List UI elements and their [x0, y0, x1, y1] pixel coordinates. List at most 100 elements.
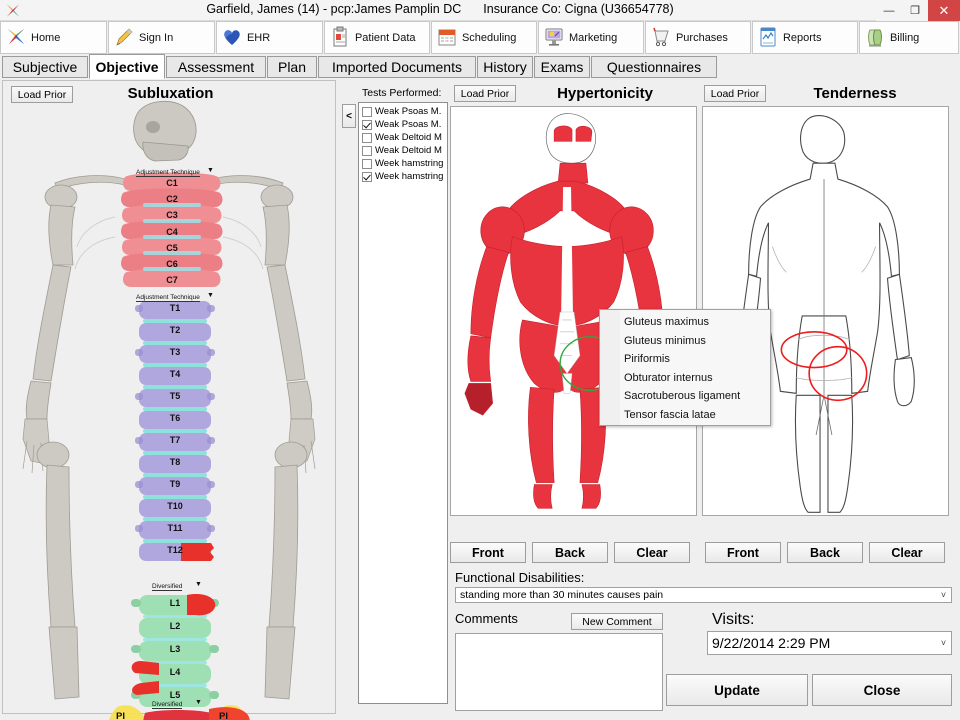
tab-subjective[interactable]: Subjective — [2, 56, 88, 78]
vertebra-label[interactable]: T10 — [139, 500, 211, 512]
test-list-item[interactable]: Weak Psoas M. — [359, 105, 447, 118]
muscle-context-menu[interactable]: Gluteus maximus Gluteus minimus Piriformis… — [599, 309, 771, 426]
collapse-tests-button[interactable]: < — [342, 104, 356, 128]
vertebra-label-text: T8 — [169, 457, 181, 467]
vertebra-label[interactable]: C1 — [142, 177, 202, 189]
tab-imported-documents[interactable]: Imported Documents — [318, 56, 476, 78]
close-window-button[interactable]: ✕ — [928, 0, 960, 21]
vertebra-label[interactable]: C2 — [142, 193, 202, 205]
close-button[interactable]: Close — [812, 674, 952, 706]
test-list-item[interactable]: Weak Deltoid M — [359, 131, 447, 144]
toolbar-button-billing[interactable]: Billing — [858, 21, 960, 54]
new-comment-button[interactable]: New Comment — [571, 613, 663, 630]
test-label: Weak Deltoid M — [375, 132, 442, 143]
diversified-label-pelvis[interactable]: Diversified — [152, 701, 183, 709]
vertebra-label[interactable]: T2 — [139, 324, 211, 336]
hypertonicity-back-button[interactable]: Back — [532, 542, 608, 563]
tenderness-load-prior-button[interactable]: Load Prior — [704, 85, 766, 102]
vertebra-label-text: T6 — [169, 413, 181, 423]
test-list-item[interactable]: Week hamstring — [359, 157, 447, 170]
tab-history[interactable]: History — [477, 56, 533, 78]
test-list-item[interactable]: Weak Deltoid M — [359, 144, 447, 157]
vertebra-label[interactable]: T1 — [139, 302, 211, 314]
adjustment-technique-label-thoracic[interactable]: Adjustment Technique — [136, 294, 200, 302]
context-menu-item[interactable]: Gluteus maximus — [600, 313, 770, 332]
vertebra-label[interactable]: T9 — [139, 478, 211, 490]
vertebra-label[interactable]: C5 — [142, 242, 202, 254]
test-checkbox[interactable] — [362, 145, 372, 156]
chevron-down-icon-thoracic[interactable]: ▼ — [207, 292, 214, 299]
vertebra-label[interactable]: T3 — [139, 346, 211, 358]
hypertonicity-clear-button[interactable]: Clear — [614, 542, 690, 563]
vertebra-label[interactable]: T8 — [139, 456, 211, 468]
tab-label: Subjective — [12, 59, 78, 75]
chevron-down-icon-lumbar[interactable]: ▼ — [195, 581, 202, 588]
context-menu-item[interactable]: Piriformis — [600, 350, 770, 369]
context-menu-item[interactable]: Gluteus minimus — [600, 332, 770, 351]
hypertonicity-load-prior-button[interactable]: Load Prior — [454, 85, 516, 102]
toolbar-button-patient-data[interactable]: Patient Data — [323, 21, 430, 54]
context-menu-item[interactable]: Obturator internus — [600, 369, 770, 388]
tenderness-front-button[interactable]: Front — [705, 542, 781, 563]
toolbar-button-purchases[interactable]: Purchases — [644, 21, 751, 54]
context-menu-item[interactable]: Sacrotuberous ligament — [600, 387, 770, 406]
vertebra-label[interactable]: L3 — [143, 643, 207, 655]
toolbar-button-home[interactable]: Home — [0, 21, 107, 54]
tab-questionnaires[interactable]: Questionnaires — [591, 56, 717, 78]
vertebra-label[interactable]: T6 — [139, 412, 211, 424]
tenderness-clear-button[interactable]: Clear — [869, 542, 945, 563]
vertebra-label[interactable]: T5 — [139, 390, 211, 402]
minimize-button[interactable]: — — [876, 0, 902, 21]
vertebra-label[interactable]: T4 — [139, 368, 211, 380]
vertebra-label[interactable]: C7 — [142, 274, 202, 286]
vertebra-label[interactable]: T11 — [139, 522, 211, 534]
vertebra-label[interactable]: C6 — [142, 258, 202, 270]
test-checkbox[interactable] — [362, 119, 372, 130]
tenderness-back-button[interactable]: Back — [787, 542, 863, 563]
visits-select[interactable]: 9/22/2014 2:29 PM ˅ — [707, 631, 952, 655]
vertebra-label[interactable]: L2 — [143, 620, 207, 632]
tab-exams[interactable]: Exams — [534, 56, 590, 78]
button-label: Back — [810, 545, 840, 560]
test-checkbox[interactable] — [362, 106, 372, 117]
vertebra-label[interactable]: L4 — [143, 666, 207, 678]
test-checkbox[interactable] — [362, 132, 372, 143]
tab-assessment[interactable]: Assessment — [166, 56, 266, 78]
adjustment-technique-label-cervical[interactable]: Adjustment Technique — [136, 169, 200, 177]
vertebra-label-text: T9 — [169, 479, 181, 489]
main-toolbar: Home Sign In EHR Patient Data Scheduling — [0, 21, 960, 54]
functional-disabilities-select[interactable]: standing more than 30 minutes causes pai… — [455, 587, 952, 603]
toolbar-button-reports[interactable]: Reports — [751, 21, 858, 54]
toolbar-button-label: Purchases — [675, 31, 728, 44]
test-list-item[interactable]: Week hamstring — [359, 170, 447, 183]
toolbar-button-sign-in[interactable]: Sign In — [107, 21, 215, 54]
diversified-label-lumbar[interactable]: Diversified — [152, 583, 183, 591]
calendar-icon — [437, 26, 459, 50]
test-checkbox[interactable] — [362, 158, 372, 169]
update-button[interactable]: Update — [666, 674, 808, 706]
vertebra-label[interactable]: C4 — [142, 226, 202, 238]
toolbar-button-label: Sign In — [138, 31, 174, 44]
window-controls: — ❐ ✕ — [876, 0, 960, 21]
hypertonicity-front-button[interactable]: Front — [450, 542, 526, 563]
chevron-down-icon-pelvis[interactable]: ▼ — [195, 699, 202, 706]
tests-performed-list[interactable]: Weak Psoas M. Weak Psoas M. Weak Deltoid M… — [358, 102, 448, 704]
vertebra-label[interactable]: C3 — [142, 209, 202, 221]
tab-label: Questionnaires — [606, 59, 702, 75]
comments-textarea[interactable] — [455, 633, 663, 711]
test-checkbox[interactable] — [362, 171, 372, 182]
context-menu-item[interactable]: Tensor fascia latae — [600, 406, 770, 425]
restore-button[interactable]: ❐ — [902, 0, 928, 21]
tab-plan[interactable]: Plan — [267, 56, 317, 78]
toolbar-button-marketing[interactable]: Marketing — [537, 21, 644, 54]
button-label: Back — [555, 545, 585, 560]
toolbar-button-ehr[interactable]: EHR — [215, 21, 323, 54]
vertebra-label[interactable]: T7 — [139, 434, 211, 446]
vertebra-label-text: L5 — [169, 690, 181, 700]
toolbar-button-scheduling[interactable]: Scheduling — [430, 21, 537, 54]
vertebra-label[interactable]: T12 — [139, 544, 211, 556]
vertebra-label[interactable]: L1 — [143, 597, 207, 609]
test-list-item[interactable]: Weak Psoas M. — [359, 118, 447, 131]
chevron-down-icon-cervical[interactable]: ▼ — [207, 167, 214, 174]
tab-objective[interactable]: Objective — [89, 54, 165, 79]
